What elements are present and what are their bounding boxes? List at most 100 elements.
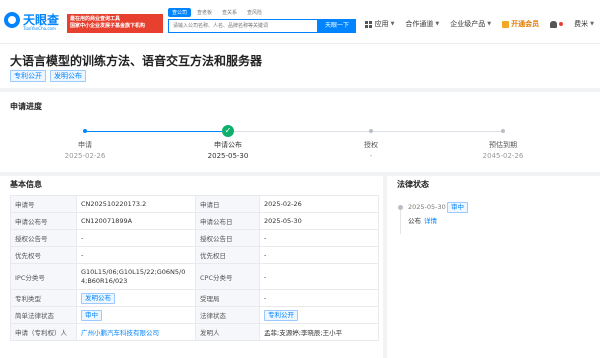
vip-crown-icon [502,20,510,28]
applicant-link[interactable]: 广州小鹏汽车科技有限公司 [81,329,159,337]
search-tabs: 查公司 查老板 查关系 查风险 [168,8,266,17]
step-date: - [369,152,373,160]
field-label: CPC分类号 [195,263,260,290]
field-label: 优先权日 [195,246,260,264]
ipc-value: G10L15/06;G10L15/22;G06N5/04;B60R16/023 [76,263,196,290]
table-row: 申请公布号 CN120071899A 申请公布日 2025-05-30 [10,212,379,230]
search-box [168,19,318,33]
search-button[interactable]: 天眼一下 [318,19,356,33]
nav-user[interactable]: 费米 ▼ [574,19,594,29]
step-date: 2025-02-26 [64,152,106,160]
progress-step-grant: 授权 - [331,125,411,160]
field-label: 受理局 [195,289,260,307]
field-label: 申请日 [195,195,260,213]
nav-apps[interactable]: 应用 ▼ [364,19,395,29]
tag-invention-publication: 发明公布 [50,70,86,82]
nav-partner-label: 合作通道 [405,20,434,28]
field-value: 孟菲;支源婷;李晓辰;王小平 [259,323,379,341]
field-value: CN120071899A [76,212,196,230]
field-value: 审中 [76,306,196,324]
search-input[interactable] [169,20,317,32]
tianyancha-logo[interactable]: 天眼查 TianYanCha.com [4,10,59,36]
field-value: - [76,229,196,247]
field-label: 法律状态 [195,306,260,324]
step-dot-icon [497,125,509,137]
check-circle-icon: ✓ [222,125,234,137]
field-label: 申请号 [10,195,77,213]
basic-info-table: 申请号 CN202510220173.2 申请日 2025-02-26 申请公布… [10,195,379,341]
progress-section-title: 申请进度 [10,102,42,111]
field-label: 发明人 [195,323,260,341]
field-value: - [259,289,379,307]
step-dot-icon [79,125,91,137]
patent-title-card: 大语言模型的训练方法、语音交互方法和服务器 专利公开 发明公布 [0,44,600,88]
search-tab-risk[interactable]: 查风险 [243,8,266,17]
timeline-line [400,206,401,234]
field-value: 专利公开 [259,306,379,324]
chevron-down-icon: ▼ [487,21,492,27]
nav-vip[interactable]: 开通会员 [502,19,539,29]
search-tab-boss[interactable]: 查老板 [193,8,216,17]
top-nav: 应用 ▼ 合作通道 ▼ 企业级产品 ▼ 开通会员 费米 ▼ [354,18,600,30]
table-row: 授权公告号 - 授权公告日 - [10,229,379,247]
nav-vip-label: 开通会员 [511,20,540,28]
basic-info-section-title: 基本信息 [10,180,42,189]
logo-eye-icon [4,12,20,28]
field-value: - [259,229,379,247]
field-value: 发明公布 [76,289,196,307]
page-title: 大语言模型的训练方法、语音交互方法和服务器 [10,54,263,68]
legal-status-card: 法律状态 2025-05-30 审中 公布 详情 [387,176,600,358]
nav-enterprise-label: 企业级产品 [450,20,486,28]
promo-line-1: 最在用的商业查询工具 [70,16,121,22]
table-row: 优先权号 - 优先权日 - [10,246,379,264]
nav-user-label: 费米 [574,20,589,28]
chevron-down-icon: ▼ [590,21,594,27]
promo-banner[interactable]: 最在用的商业查询工具 国家中小企业发展子基金旗下机构 [67,14,163,33]
legal-detail-link[interactable]: 详情 [424,217,437,225]
title-tags: 专利公开 发明公布 [10,70,86,82]
nav-notifications[interactable] [550,20,564,28]
chevron-down-icon: ▼ [390,21,395,27]
bell-icon [550,20,558,28]
table-row: 专利类型 发明公布 受理局 - [10,289,379,307]
search-tab-relation[interactable]: 查关系 [218,8,241,17]
notification-dot [559,22,564,26]
field-label: 授权公告号 [10,229,77,247]
table-row: 简单法律状态 审中 法律状态 专利公开 [10,306,379,324]
field-label: 专利类型 [10,289,77,307]
nav-partner[interactable]: 合作通道 ▼ [405,19,439,29]
table-row: 申请号 CN202510220173.2 申请日 2025-02-26 [10,195,379,213]
field-label: 授权公告日 [195,229,260,247]
field-value: 2025-02-26 [259,195,379,213]
field-label: 简单法律状态 [10,306,77,324]
table-row: IPC分类号 G10L15/06;G10L15/22;G06N5/04;B60R… [10,263,379,290]
patent-type-badge: 发明公布 [81,292,115,304]
field-label: 申请公布日 [195,212,260,230]
progress-step-expiry: 预估到期 2045-02-26 [463,125,543,160]
application-progress-card: 申请进度 申请 2025-02-26 ✓ 申请公布 2025-05-30 授权 … [0,92,600,172]
field-value: - [76,246,196,264]
legal-status-desc: 公布 [408,217,421,225]
simple-legal-status-badge: 审中 [81,309,102,321]
field-label: 申请公布号 [10,212,77,230]
legal-status-badge: 审中 [447,202,468,213]
step-label: 授权 [364,141,378,149]
logo-subtext: TianYanCha.com [23,26,56,31]
field-label: IPC分类号 [10,263,77,290]
progress-step-apply: 申请 2025-02-26 [45,125,125,160]
step-label: 预估到期 [489,141,517,149]
nav-apps-label: 应用 [374,20,389,28]
legal-status-badge: 专利公开 [264,309,298,321]
basic-info-card: 基本信息 申请号 CN202510220173.2 申请日 2025-02-26… [0,176,383,358]
timeline-dot-icon [398,205,403,210]
progress-step-publication: ✓ 申请公布 2025-05-30 [188,125,268,160]
legal-status-date: 2025-05-30 [408,203,446,211]
field-value: 2025-05-30 [259,212,379,230]
legal-status-section-title: 法律状态 [397,180,429,189]
nav-enterprise[interactable]: 企业级产品 ▼ [450,19,491,29]
step-dot-icon [365,125,377,137]
promo-line-2: 国家中小企业发展子基金旗下机构 [70,23,146,29]
search-tab-company[interactable]: 查公司 [168,8,192,17]
grid-icon [364,20,372,28]
step-date: 2025-05-30 [207,152,249,160]
